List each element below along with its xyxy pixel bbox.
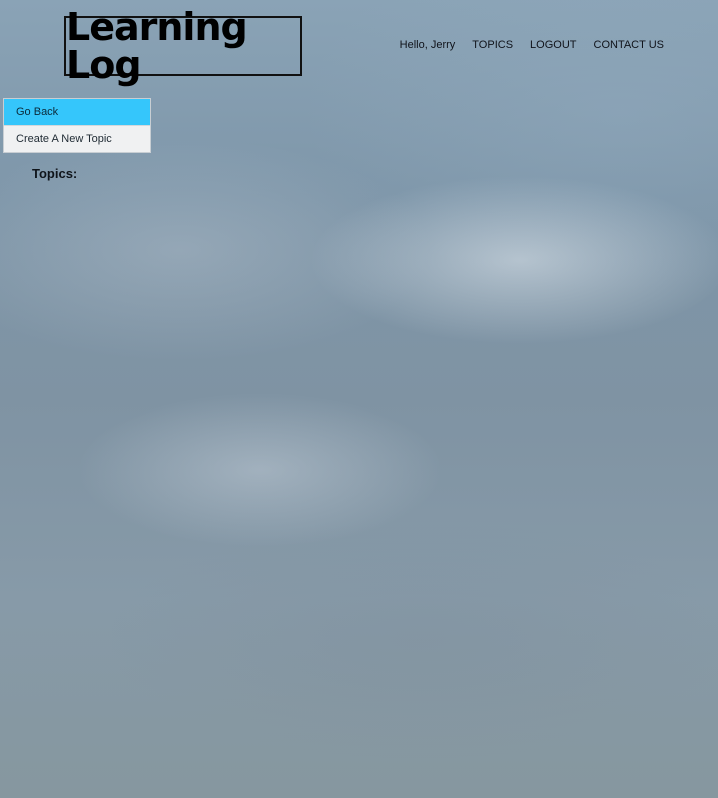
- nav-contact-us[interactable]: CONTACT US: [594, 39, 665, 51]
- topics-heading: Topics:: [32, 166, 78, 181]
- site-logo[interactable]: Learning Log: [64, 8, 302, 84]
- nav-greeting[interactable]: Hello, Jerry: [400, 39, 456, 51]
- top-nav: Hello, Jerry TOPICS LOGOUT CONTACT US: [400, 39, 664, 51]
- go-back-button[interactable]: Go Back: [4, 99, 150, 125]
- logo-text: Learning Log: [66, 5, 248, 87]
- nav-topics[interactable]: TOPICS: [472, 39, 513, 51]
- nav-logout[interactable]: LOGOUT: [530, 39, 576, 51]
- create-new-topic-button[interactable]: Create A New Topic: [4, 125, 150, 152]
- side-menu: Go Back Create A New Topic: [3, 98, 151, 153]
